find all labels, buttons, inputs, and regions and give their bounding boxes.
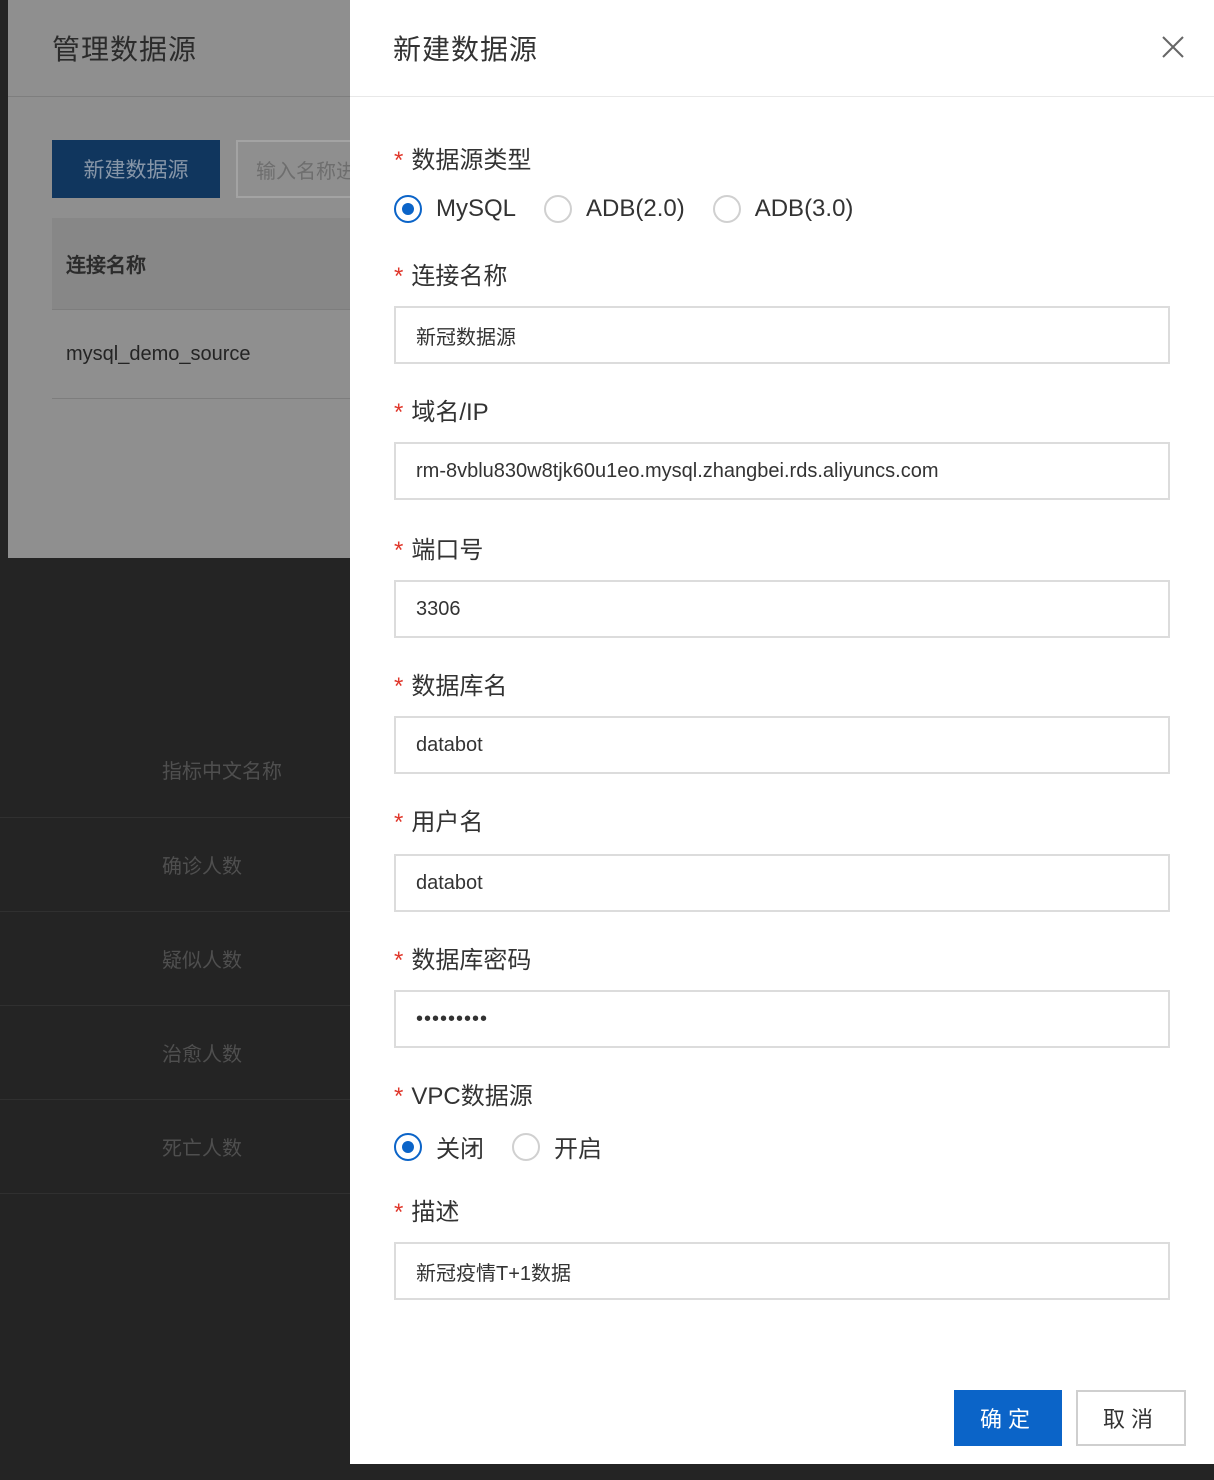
field-label-type: * 数据源类型 xyxy=(394,147,532,174)
radio-checked-icon xyxy=(394,195,422,223)
bg-metrics-header: 指标中文名称 xyxy=(0,722,350,818)
cancel-button[interactable]: 取消 xyxy=(1076,1390,1186,1446)
connection-name-input[interactable] xyxy=(394,306,1170,364)
manage-datasource-panel: 管理数据源 新建数据源 输入名称进 连接名称 mysql_demo_source xyxy=(8,0,376,558)
required-mark: * xyxy=(394,947,404,974)
panel-title: 管理数据源 xyxy=(52,34,198,65)
bg-metric-row: 确诊人数 xyxy=(0,818,350,912)
radio-group-vpc: 关闭 开启 xyxy=(394,1129,630,1164)
required-mark: * xyxy=(394,673,404,700)
database-input[interactable] xyxy=(394,716,1170,774)
new-datasource-drawer: 新建数据源 * 数据源类型 MySQL ADB(2.0) ADB(3.0) * … xyxy=(350,0,1214,1464)
required-mark: * xyxy=(394,263,404,290)
confirm-button[interactable]: 确定 xyxy=(954,1390,1062,1446)
required-mark: * xyxy=(394,537,404,564)
field-label-database: * 数据库名 xyxy=(394,673,508,700)
required-mark: * xyxy=(394,1083,404,1110)
drawer-header: 新建数据源 xyxy=(350,0,1214,97)
host-input[interactable] xyxy=(394,442,1170,500)
field-label-password: * 数据库密码 xyxy=(394,947,532,974)
radio-vpc-off[interactable]: 关闭 xyxy=(394,1129,484,1164)
radio-unchecked-icon xyxy=(712,195,741,223)
panel-header: 管理数据源 xyxy=(8,0,350,97)
port-input[interactable] xyxy=(394,580,1170,638)
password-input[interactable] xyxy=(394,990,1170,1048)
required-mark: * xyxy=(394,147,404,174)
radio-adb2[interactable]: ADB(2.0) xyxy=(544,195,685,223)
bg-table-header: 连接名称 xyxy=(52,218,350,310)
required-mark: * xyxy=(394,1199,404,1226)
radio-adb3[interactable]: ADB(3.0) xyxy=(712,195,853,223)
field-label-port: * 端口号 xyxy=(394,537,484,564)
field-label-description: * 描述 xyxy=(394,1199,460,1226)
bg-new-datasource-button: 新建数据源 xyxy=(52,140,220,198)
field-label-vpc: * VPC数据源 xyxy=(394,1083,533,1110)
radio-unchecked-icon xyxy=(544,195,573,223)
radio-vpc-on[interactable]: 开启 xyxy=(512,1129,602,1164)
radio-group-type: MySQL ADB(2.0) ADB(3.0) xyxy=(394,195,881,223)
bg-metrics-table: 指标中文名称 确诊人数 疑似人数 治愈人数 死亡人数 xyxy=(0,722,350,1194)
radio-unchecked-icon xyxy=(512,1132,540,1161)
drawer-title: 新建数据源 xyxy=(393,34,539,65)
radio-checked-icon xyxy=(394,1132,422,1161)
bg-metric-row: 疑似人数 xyxy=(0,912,350,1006)
username-input[interactable] xyxy=(394,854,1170,912)
required-mark: * xyxy=(394,809,404,836)
field-label-username: * 用户名 xyxy=(394,809,484,836)
close-icon[interactable] xyxy=(1158,32,1188,62)
radio-mysql[interactable]: MySQL xyxy=(394,195,516,223)
description-input[interactable] xyxy=(394,1242,1170,1300)
bg-metric-row: 死亡人数 xyxy=(0,1100,350,1194)
field-label-name: * 连接名称 xyxy=(394,263,508,290)
field-label-host: * 域名/IP xyxy=(394,399,489,426)
required-mark: * xyxy=(394,399,404,426)
bg-table-row: mysql_demo_source xyxy=(52,310,350,399)
bg-metric-row: 治愈人数 xyxy=(0,1006,350,1100)
panel-toolbar: 新建数据源 输入名称进 xyxy=(52,140,376,198)
